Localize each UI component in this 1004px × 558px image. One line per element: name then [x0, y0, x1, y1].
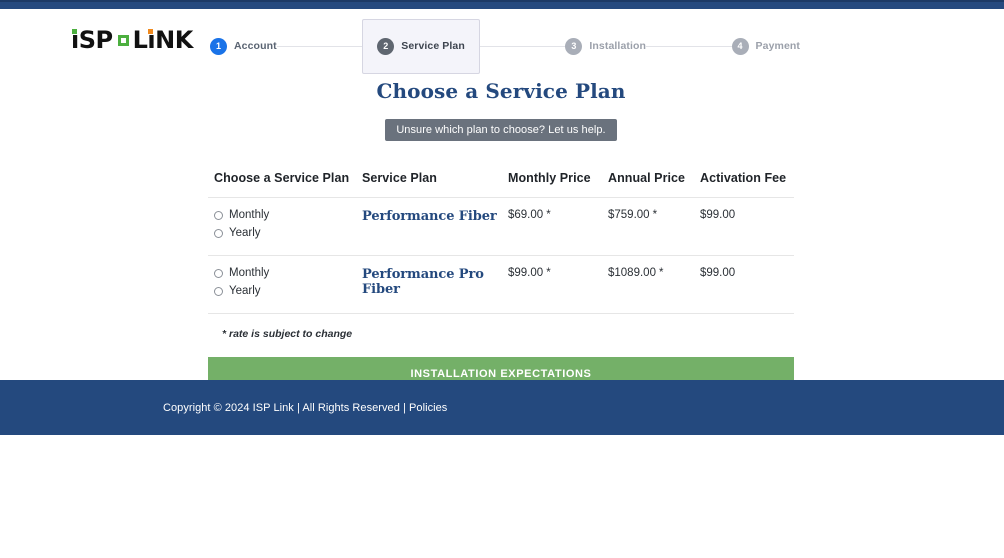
isp-link-logo[interactable]: ıSPLıNK: [71, 28, 193, 52]
header-service-plan: Service Plan: [356, 171, 502, 198]
logo-letter-i-green: ı: [71, 28, 79, 52]
page-body: ıSPLıNK 1 Account 2 Service Plan 3 Insta…: [0, 9, 1004, 380]
activation-fee-value: $99.00: [700, 209, 735, 221]
plan-name-link[interactable]: Performance Pro Fiber: [362, 267, 484, 297]
service-plan-table: Choose a Service Plan Service Plan Month…: [208, 171, 794, 314]
header-choose-plan: Choose a Service Plan: [208, 171, 356, 198]
table-row: Monthly Yearly Performance Pro Fiber $99…: [208, 256, 794, 314]
checkout-stepper: 1 Account 2 Service Plan 3 Installation …: [210, 17, 800, 75]
green-square-icon: [118, 35, 129, 46]
below-fold-area: [0, 435, 1004, 558]
radio-yearly[interactable]: Yearly: [214, 285, 356, 297]
plan-billing-options: Monthly Yearly: [208, 256, 356, 314]
radio-circle-icon[interactable]: [214, 211, 223, 220]
logo-text-sp: SP: [79, 28, 113, 52]
monthly-price-value: $69.00: [508, 209, 543, 221]
header-activation-fee: Activation Fee: [694, 171, 794, 198]
step-installation[interactable]: 3 Installation: [565, 38, 646, 55]
logo-text-l: L: [133, 28, 148, 52]
radio-label: Monthly: [229, 209, 269, 221]
plan-name-cell: Performance Fiber: [356, 198, 502, 256]
logo-text-nk: NK: [155, 28, 193, 52]
copyright-text: Copyright © 2024 ISP Link | All Rights R…: [163, 402, 406, 414]
asterisk-marker: *: [659, 267, 663, 279]
annual-price-value: $1089.00: [608, 267, 656, 279]
annual-price-cell: $759.00*: [602, 198, 694, 256]
plan-help-button[interactable]: Unsure which plan to choose? Let us help…: [385, 119, 616, 141]
monthly-price-cell: $99.00*: [502, 256, 602, 314]
radio-label: Yearly: [229, 285, 261, 297]
radio-circle-icon[interactable]: [214, 269, 223, 278]
activation-fee-cell: $99.00: [694, 198, 794, 256]
green-dot-icon: [72, 29, 77, 34]
monthly-price-value: $99.00: [508, 267, 543, 279]
main-content: Choose a Service Plan Unsure which plan …: [208, 71, 794, 391]
step-number-badge: 1: [210, 38, 227, 55]
step-service-plan[interactable]: 2 Service Plan: [362, 19, 480, 74]
step-number-badge: 3: [565, 38, 582, 55]
policies-link[interactable]: Policies: [409, 402, 447, 414]
annual-price-cell: $1089.00*: [602, 256, 694, 314]
radio-circle-icon[interactable]: [214, 229, 223, 238]
rate-disclaimer: * rate is subject to change: [222, 328, 794, 340]
plan-billing-options: Monthly Yearly: [208, 198, 356, 256]
step-label: Installation: [589, 40, 646, 52]
logo-letter-i-orange: ı: [147, 28, 155, 52]
step-connector: [277, 46, 363, 47]
page-title: Choose a Service Plan: [208, 79, 794, 103]
step-connector: [480, 46, 566, 47]
annual-price-value: $759.00: [608, 209, 650, 221]
footer-copyright: Copyright © 2024 ISP Link | All Rights R…: [163, 402, 447, 414]
step-label: Service Plan: [401, 40, 465, 52]
activation-fee-cell: $99.00: [694, 256, 794, 314]
plan-name-cell: Performance Pro Fiber: [356, 256, 502, 314]
step-connector: [646, 46, 732, 47]
top-accent-bar: [0, 0, 1004, 9]
asterisk-marker: *: [546, 209, 550, 221]
site-header: ıSPLıNK 1 Account 2 Service Plan 3 Insta…: [0, 9, 1004, 75]
radio-label: Monthly: [229, 267, 269, 279]
activation-fee-value: $99.00: [700, 267, 735, 279]
header-annual-price: Annual Price: [602, 171, 694, 198]
orange-dot-icon: [148, 29, 153, 34]
step-payment[interactable]: 4 Payment: [732, 38, 800, 55]
step-number-badge: 4: [732, 38, 749, 55]
radio-yearly[interactable]: Yearly: [214, 227, 356, 239]
step-label: Account: [234, 40, 277, 52]
step-number-badge: 2: [377, 38, 394, 55]
table-header-row: Choose a Service Plan Service Plan Month…: [208, 171, 794, 198]
radio-label: Yearly: [229, 227, 261, 239]
plan-name-link[interactable]: Performance Fiber: [362, 209, 497, 224]
radio-monthly[interactable]: Monthly: [214, 267, 356, 279]
header-monthly-price: Monthly Price: [502, 171, 602, 198]
table-row: Monthly Yearly Performance Fiber $69.00*: [208, 198, 794, 256]
step-label: Payment: [756, 40, 800, 52]
monthly-price-cell: $69.00*: [502, 198, 602, 256]
radio-monthly[interactable]: Monthly: [214, 209, 356, 221]
asterisk-marker: *: [546, 267, 550, 279]
site-footer: Copyright © 2024 ISP Link | All Rights R…: [0, 380, 1004, 435]
step-account[interactable]: 1 Account: [210, 38, 277, 55]
radio-circle-icon[interactable]: [214, 287, 223, 296]
asterisk-marker: *: [653, 209, 657, 221]
